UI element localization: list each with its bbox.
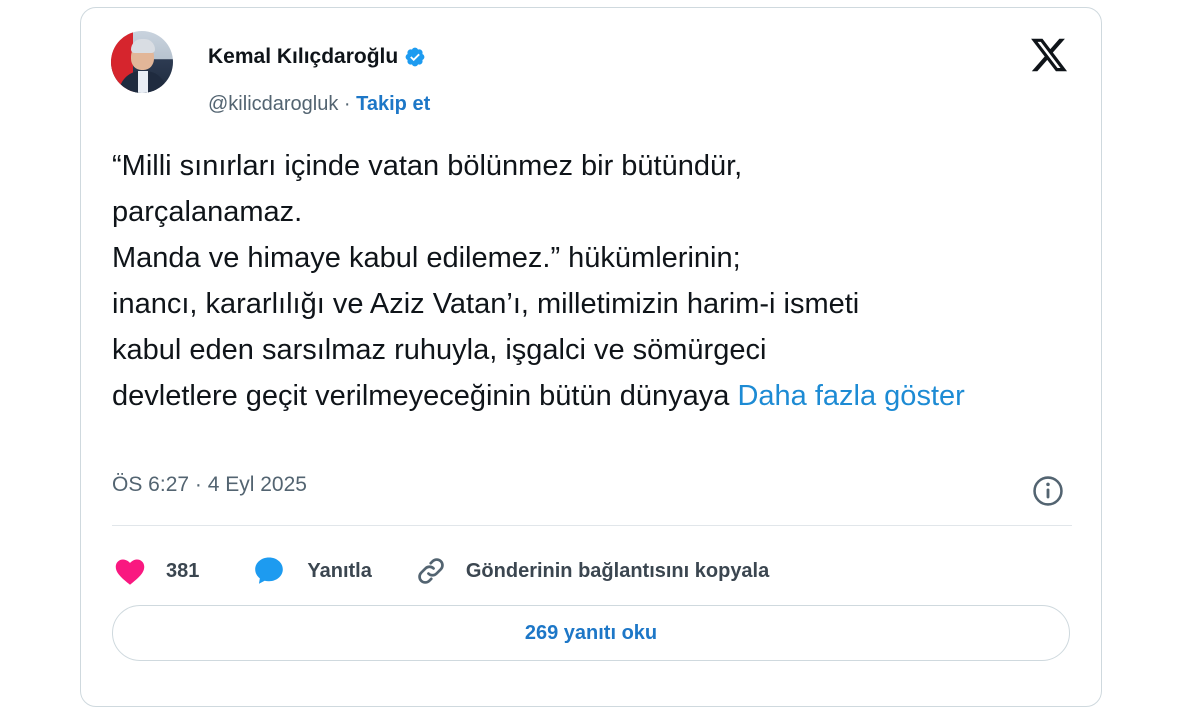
tweet-line: “Milli sınırları içinde vatan bölünmez b… bbox=[112, 150, 743, 182]
tweet-text: “Milli sınırları içinde vatan bölünmez b… bbox=[112, 143, 1032, 419]
tweet-line: inancı, kararlılığı ve Aziz Vatan’ı, mil… bbox=[112, 288, 860, 320]
avatar-shirt bbox=[138, 71, 148, 93]
author-handle-row: @kilicdarogluk · Takip et bbox=[208, 93, 430, 116]
copy-link-label: Gönderinin bağlantısını kopyala bbox=[465, 559, 770, 582]
reply-label: Yanıtla bbox=[307, 559, 372, 582]
tweet-line: devletlere geçit verilmeyeceğinin bütün … bbox=[112, 380, 738, 412]
tweet-timestamp[interactable]: ÖS 6:27 · 4 Eyl 2025 bbox=[112, 473, 307, 497]
author-handle[interactable]: @kilicdarogluk bbox=[208, 93, 338, 116]
heart-icon bbox=[115, 559, 145, 585]
tweet-card: Kemal Kılıçdaroğlu @kilicdarogluk · Taki… bbox=[80, 7, 1102, 707]
read-replies-button[interactable]: 269 yanıtı oku bbox=[112, 605, 1070, 661]
x-logo-icon[interactable] bbox=[1029, 35, 1069, 75]
copy-link-button[interactable]: Gönderinin bağlantısını kopyala bbox=[414, 554, 769, 588]
tweet-line: parçalanamaz. bbox=[112, 196, 303, 228]
link-icon bbox=[418, 558, 444, 584]
tweet-line-last: devletlere geçit verilmeyeceğinin bütün … bbox=[112, 373, 1012, 419]
speech-bubble-icon bbox=[255, 557, 284, 584]
handle-separator: · bbox=[338, 93, 357, 115]
tweet-line: kabul eden sarsılmaz ruhuyla, işgalci ve… bbox=[112, 334, 767, 366]
author-name[interactable]: Kemal Kılıçdaroğlu bbox=[208, 45, 398, 69]
tweet-line: Manda ve himaye kabul edilemez.” hükümle… bbox=[112, 242, 741, 274]
reply-button[interactable]: Yanıtla bbox=[251, 553, 372, 589]
verified-badge-icon bbox=[405, 47, 425, 67]
show-more-link[interactable]: Daha fazla göster bbox=[737, 380, 964, 412]
follow-button[interactable]: Takip et bbox=[356, 93, 430, 116]
divider bbox=[112, 525, 1072, 526]
action-bar: 381 Yanıtla Gönderinin bağlantısını kopy… bbox=[112, 546, 769, 596]
avatar[interactable] bbox=[111, 31, 173, 93]
like-count: 381 bbox=[166, 559, 200, 582]
author-name-row: Kemal Kılıçdaroğlu bbox=[208, 45, 426, 69]
avatar-hair bbox=[131, 39, 155, 53]
info-icon[interactable] bbox=[1031, 474, 1065, 508]
like-button[interactable]: 381 bbox=[112, 553, 199, 589]
